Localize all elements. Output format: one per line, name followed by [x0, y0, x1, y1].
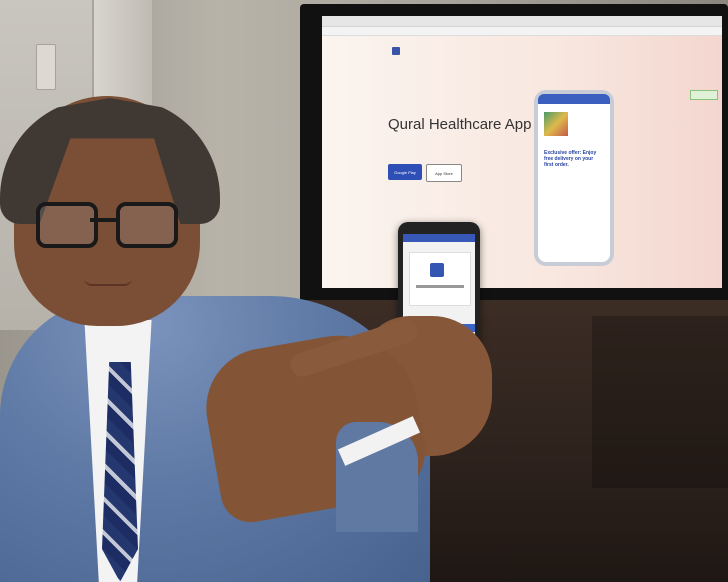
browser-bookmarks-bar: [322, 27, 722, 36]
website-phone-mockup: Exclusive offer: Enjoy free delivery on …: [534, 90, 614, 266]
glasses-icon: [36, 202, 182, 248]
glasses-bridge: [90, 218, 116, 222]
app-store-button: App Store: [426, 164, 462, 182]
website-logo: [392, 47, 400, 55]
person-mouth: [84, 278, 132, 286]
light-switch: [36, 44, 56, 90]
website-title: Qural Healthcare App: [388, 116, 532, 133]
google-play-button: Google Play: [388, 164, 422, 180]
phone-app-card: [409, 252, 471, 306]
browser-tab-bar: [322, 16, 722, 27]
mockup-offer-text: Exclusive offer: Enjoy free delivery on …: [544, 150, 597, 168]
chair-shadow: [592, 316, 728, 488]
phone-app-logo: [430, 263, 444, 277]
phone-app-text: [416, 285, 464, 288]
monitor: Qural Healthcare App Google Play App Sto…: [300, 4, 728, 304]
left-lens: [36, 202, 98, 248]
photo-scene: Qural Healthcare App Google Play App Sto…: [0, 0, 728, 582]
right-lens: [116, 202, 178, 248]
website-badge: [690, 90, 718, 100]
monitor-screen: Qural Healthcare App Google Play App Sto…: [322, 16, 722, 288]
mockup-header: [538, 94, 610, 104]
website-nav: [392, 44, 702, 58]
mockup-image: [544, 112, 568, 136]
phone-app-header: [403, 234, 475, 242]
